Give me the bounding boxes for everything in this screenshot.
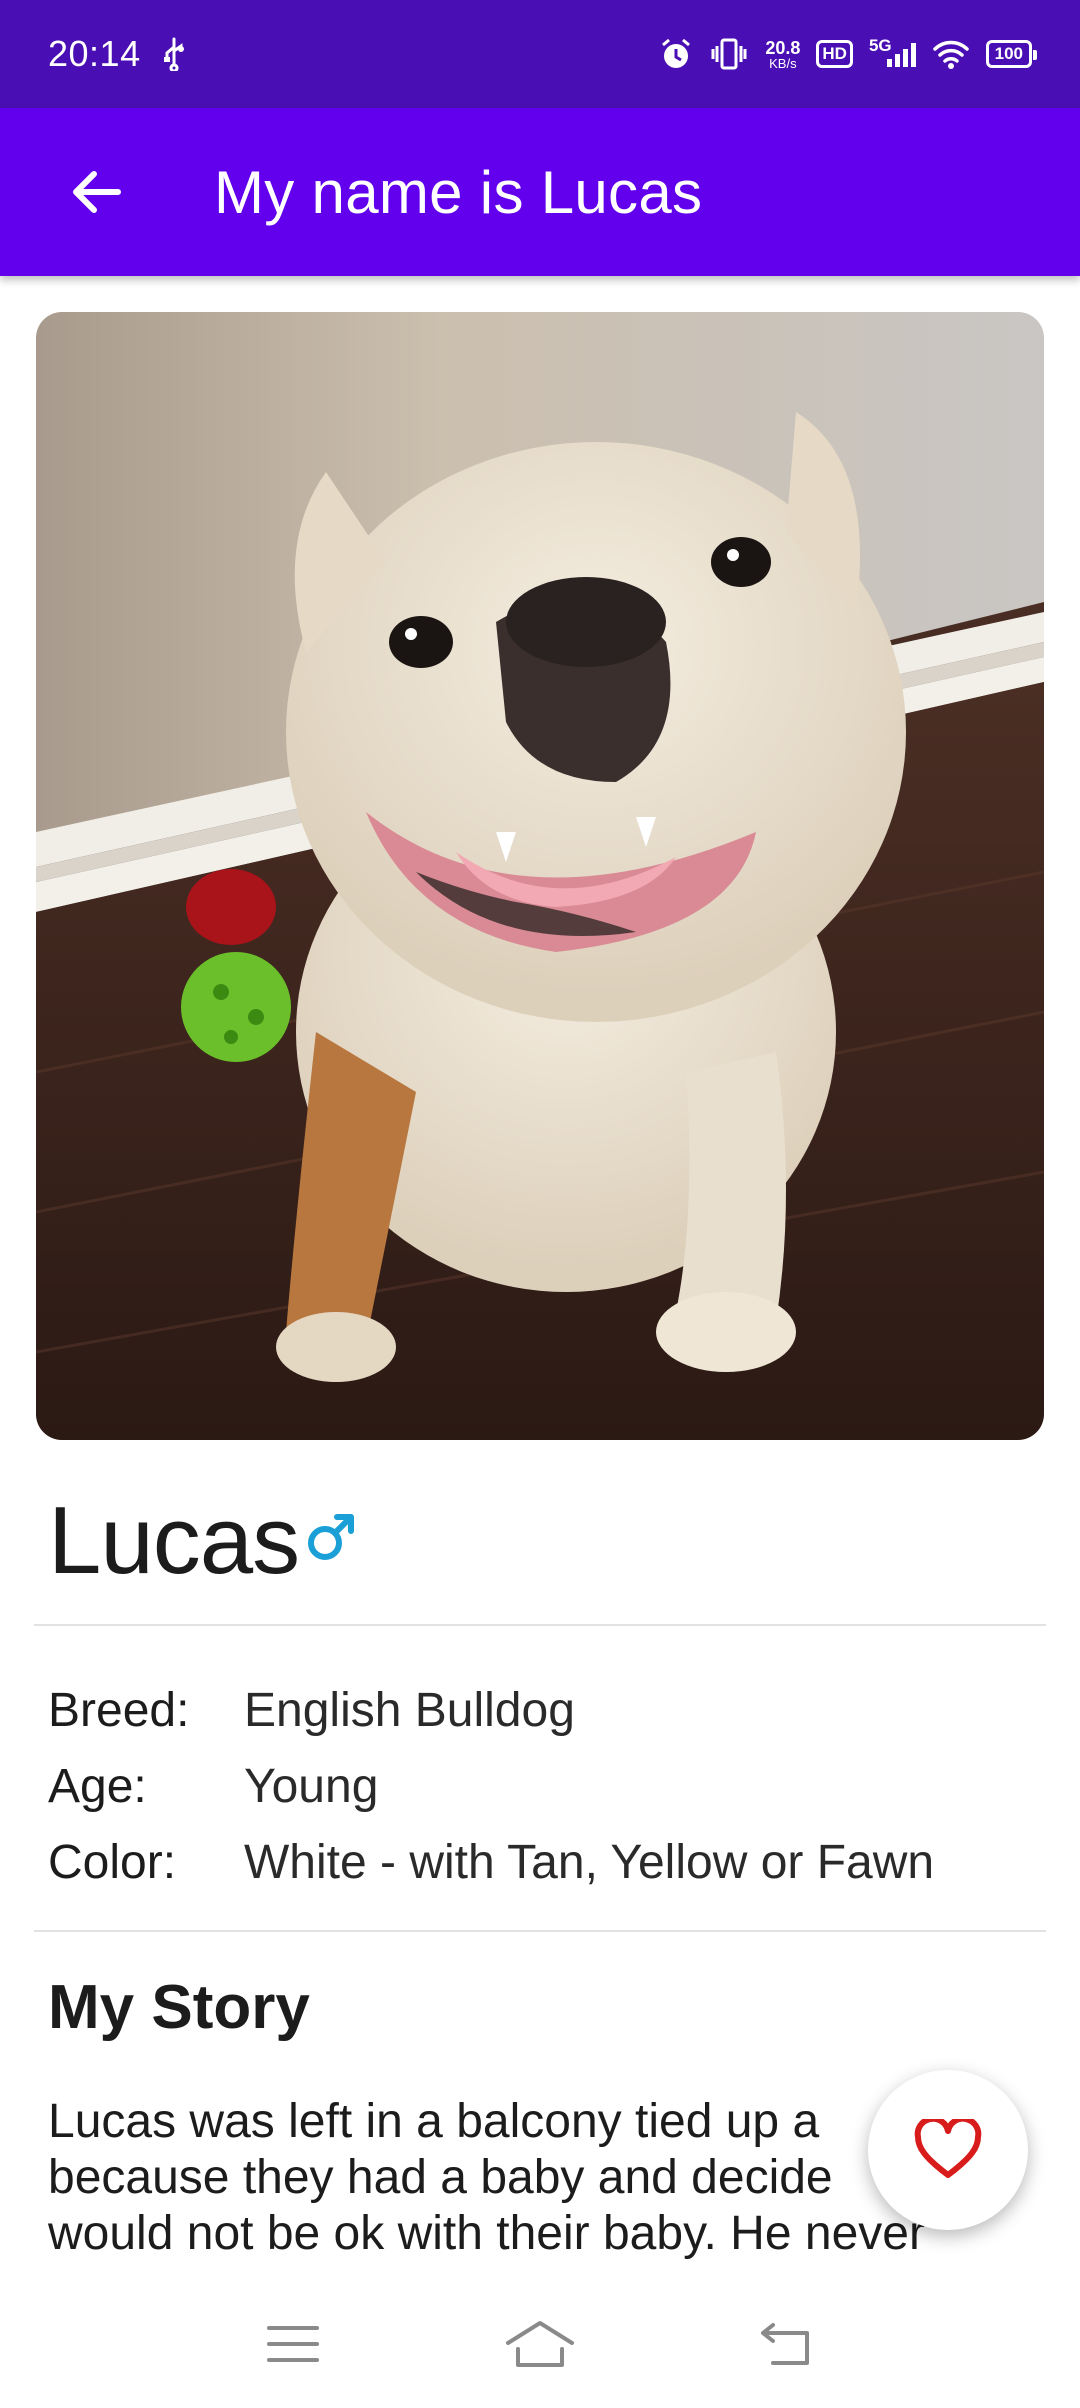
app-bar: My name is Lucas bbox=[0, 108, 1080, 276]
hd-icon: HD bbox=[816, 40, 853, 68]
net-speed-value: 20.8 bbox=[765, 37, 801, 58]
detail-value: White - with Tan, Yellow or Fawn bbox=[244, 1835, 935, 1889]
heart-outline-icon bbox=[914, 2119, 982, 2178]
detail-row-color: Color: White - with Tan, Yellow or Fawn bbox=[48, 1824, 934, 1900]
wifi-icon bbox=[932, 39, 970, 69]
back-nav-button[interactable] bbox=[737, 2304, 837, 2384]
male-icon bbox=[305, 1511, 357, 1568]
detail-label: Breed: bbox=[48, 1683, 190, 1737]
pet-name: Lucas bbox=[48, 1487, 300, 1594]
menu-button[interactable] bbox=[243, 2304, 343, 2384]
story-heading: My Story bbox=[48, 1973, 310, 2042]
pet-detail-content[interactable]: Lucas Breed: English Bulldog Age: Young … bbox=[0, 276, 1080, 2280]
signal-icon: 5G bbox=[869, 36, 916, 67]
network-type-label: 5G bbox=[868, 36, 892, 55]
divider bbox=[34, 1930, 1046, 1932]
detail-row-breed: Breed: English Bulldog bbox=[48, 1672, 934, 1748]
pet-name-row: Lucas bbox=[48, 1486, 357, 1596]
arrow-left-icon bbox=[73, 171, 121, 213]
home-icon bbox=[505, 2321, 574, 2367]
page-title: My name is Lucas bbox=[214, 158, 703, 226]
alarm-icon bbox=[659, 37, 693, 71]
pet-photo bbox=[36, 312, 1044, 1440]
status-icons: 20.8 KB/s HD 5G 100 bbox=[659, 36, 1038, 71]
detail-row-age: Age: Young bbox=[48, 1748, 934, 1824]
net-speed-unit: KB/s bbox=[769, 55, 797, 71]
net-speed: 20.8 KB/s bbox=[765, 39, 800, 70]
detail-value: English Bulldog bbox=[244, 1683, 575, 1737]
pet-details: Breed: English Bulldog Age: Young Color:… bbox=[48, 1672, 934, 1900]
detail-label: Age: bbox=[48, 1759, 147, 1813]
status-bar: 20:14 20.8 KB/s HD 5G 100 bbox=[0, 0, 1080, 108]
menu-icon bbox=[267, 2326, 320, 2362]
home-button[interactable] bbox=[490, 2304, 590, 2384]
usb-icon bbox=[161, 37, 187, 71]
battery-icon: 100 bbox=[985, 40, 1038, 68]
favorite-button[interactable] bbox=[868, 2070, 1028, 2230]
pet-detail-screen: 20:14 20.8 KB/s HD 5G 100 My name is Luc… bbox=[0, 0, 1080, 2408]
vibrate-icon bbox=[709, 37, 749, 71]
status-time: 20:14 bbox=[48, 33, 141, 74]
detail-label: Color: bbox=[48, 1835, 177, 1889]
system-nav-bar bbox=[0, 2280, 1080, 2408]
back-button[interactable] bbox=[48, 144, 144, 240]
back-icon bbox=[760, 2323, 809, 2365]
divider bbox=[34, 1624, 1046, 1626]
detail-value: Young bbox=[244, 1759, 379, 1813]
battery-level: 100 bbox=[994, 44, 1023, 63]
story-line: would not be ok with their baby. He neve… bbox=[48, 2207, 925, 2260]
